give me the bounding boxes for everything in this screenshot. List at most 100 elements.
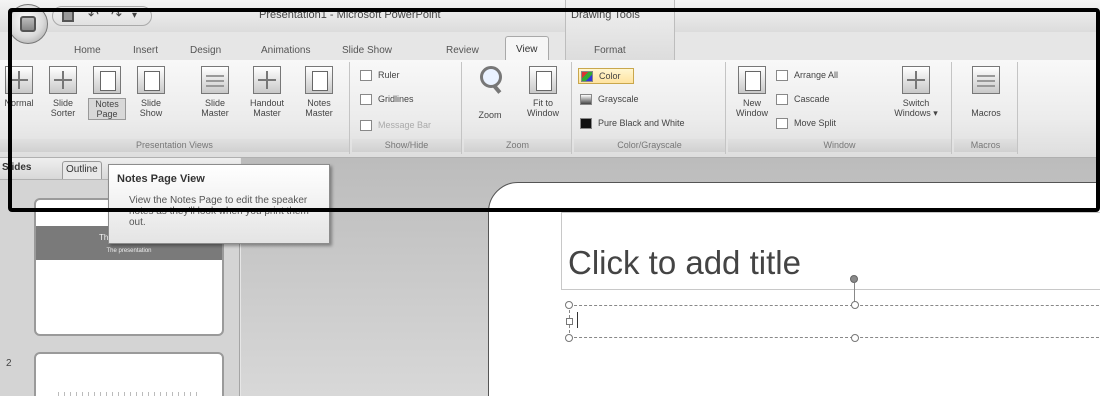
pure-black-and-white-label: Pure Black and White [598, 118, 685, 128]
handout-master-button[interactable]: Handout Master [248, 64, 286, 138]
checkbox-icon [360, 120, 372, 131]
color-label: Color [599, 71, 621, 81]
handout-master-icon [253, 66, 281, 94]
tab-insert[interactable]: Insert [133, 45, 158, 56]
slide-sorter-icon [49, 66, 77, 94]
new-window-icon [738, 66, 766, 94]
tab-home[interactable]: Home [74, 45, 101, 56]
checkbox-icon [360, 70, 372, 81]
save-icon[interactable] [62, 10, 74, 22]
text-cursor [577, 312, 578, 328]
ribbon: Normal Slide Sorter Notes Page Slide Sho… [0, 60, 1100, 158]
contextual-tab-group-label: Drawing Tools [571, 9, 640, 21]
slide-thumbnail-2[interactable] [34, 352, 224, 396]
arrange-all-icon [776, 70, 788, 81]
tooltip-description: View the Notes Page to edit the speaker … [129, 195, 309, 228]
handout-master-label: Handout Master [249, 98, 285, 118]
grayscale-label: Grayscale [598, 94, 639, 104]
tab-animations[interactable]: Animations [261, 45, 310, 56]
normal-view-icon [5, 66, 33, 94]
resize-handle[interactable] [851, 301, 859, 309]
slide-show-button[interactable]: Slide Show [132, 64, 170, 138]
tab-review[interactable]: Review [446, 45, 479, 56]
notes-master-icon [305, 66, 333, 94]
color-icon [581, 71, 593, 82]
normal-view-button[interactable]: Normal [0, 64, 38, 138]
group-window: New Window Arrange All Cascade Move Spli… [728, 62, 952, 154]
undo-icon[interactable]: ↶ [88, 8, 99, 23]
magnifier-icon [476, 66, 504, 94]
subtitle-placeholder[interactable] [569, 305, 1100, 338]
cascade-button[interactable]: Cascade [774, 92, 830, 108]
group-label-window: Window [728, 139, 951, 152]
tooltip-title: Notes Page View [117, 173, 205, 185]
gridlines-label: Gridlines [378, 94, 414, 104]
office-logo-icon [20, 16, 36, 32]
ruler-checkbox[interactable]: Ruler [358, 68, 400, 84]
slide-sorter-label: Slide Sorter [50, 98, 76, 118]
zoom-label: Zoom [478, 110, 502, 120]
zoom-button[interactable]: Zoom [468, 64, 512, 138]
group-label-zoom: Zoom [464, 139, 571, 152]
arrange-all-label: Arrange All [794, 70, 839, 80]
tab-slide-show[interactable]: Slide Show [342, 45, 392, 56]
grayscale-icon [580, 94, 592, 105]
office-button[interactable] [8, 4, 48, 44]
slide-master-icon [201, 66, 229, 94]
group-label-presentation-views: Presentation Views [0, 139, 349, 152]
notes-master-button[interactable]: Notes Master [300, 64, 338, 138]
ribbon-tabs: Home Insert Design Animations Slide Show… [0, 32, 1100, 62]
tab-outline[interactable]: Outline [62, 161, 102, 179]
tab-slides[interactable]: Slides [2, 162, 31, 173]
message-bar-checkbox[interactable]: Message Bar [358, 118, 431, 134]
tab-view[interactable]: View [505, 36, 549, 62]
switch-windows-icon [902, 66, 930, 94]
group-macros: Macros Macros [954, 62, 1018, 154]
macros-label: Macros [971, 108, 1001, 118]
group-label-show-hide: Show/Hide [352, 139, 461, 152]
tab-format[interactable]: Format [594, 45, 626, 56]
grayscale-button[interactable]: Grayscale [578, 92, 639, 108]
tooltip: Notes Page View View the Notes Page to e… [108, 164, 330, 244]
title-placeholder-text[interactable]: Click to add title [568, 244, 801, 282]
customize-qat-icon[interactable]: ▾ [132, 10, 137, 21]
thumbnail-content [58, 392, 198, 396]
cascade-icon [776, 94, 788, 105]
macros-icon [972, 66, 1000, 94]
move-split-button[interactable]: Move Split [774, 116, 836, 132]
pure-black-and-white-button[interactable]: Pure Black and White [578, 116, 685, 132]
macros-button[interactable]: Macros [962, 64, 1010, 138]
slide-master-label: Slide Master [201, 98, 229, 118]
resize-handle[interactable] [851, 334, 859, 342]
color-button[interactable]: Color [578, 68, 634, 84]
switch-windows-button[interactable]: Switch Windows ▾ [888, 64, 944, 138]
title-bar: ↶ ↷ ▾ Presentation1 - Microsoft PowerPoi… [0, 0, 1100, 32]
resize-handle[interactable] [565, 301, 573, 309]
black-and-white-icon [580, 118, 592, 129]
fit-to-window-label: Fit to Window [526, 98, 559, 118]
redo-icon[interactable]: ↷ [111, 8, 122, 23]
fit-to-window-button[interactable]: Fit to Window [518, 64, 568, 138]
arrange-all-button[interactable]: Arrange All [774, 68, 838, 84]
notes-page-button[interactable]: Notes Page [88, 64, 126, 138]
resize-handle[interactable] [566, 318, 573, 325]
fit-to-window-icon [529, 66, 557, 94]
rotation-handle[interactable] [850, 275, 858, 283]
slide-sorter-button[interactable]: Slide Sorter [44, 64, 82, 138]
normal-view-label: Normal [4, 98, 34, 108]
ruler-label: Ruler [378, 70, 400, 80]
group-label-color-grayscale: Color/Grayscale [574, 139, 725, 152]
thumbnail-subtitle: The presentation [106, 248, 152, 254]
switch-windows-label: Switch Windows ▾ [894, 98, 938, 118]
resize-handle[interactable] [565, 334, 573, 342]
new-window-button[interactable]: New Window [732, 64, 772, 138]
slide-master-button[interactable]: Slide Master [196, 64, 234, 138]
slide-number: 2 [6, 358, 12, 369]
notes-page-icon [93, 66, 121, 94]
group-zoom: Zoom Fit to Window Zoom [464, 62, 572, 154]
tab-design[interactable]: Design [190, 45, 221, 56]
window-title: Presentation1 - Microsoft PowerPoint [259, 9, 441, 21]
gridlines-checkbox[interactable]: Gridlines [358, 92, 414, 108]
group-color-grayscale: Color Grayscale Pure Black and White Col… [574, 62, 726, 154]
cascade-label: Cascade [794, 94, 830, 104]
